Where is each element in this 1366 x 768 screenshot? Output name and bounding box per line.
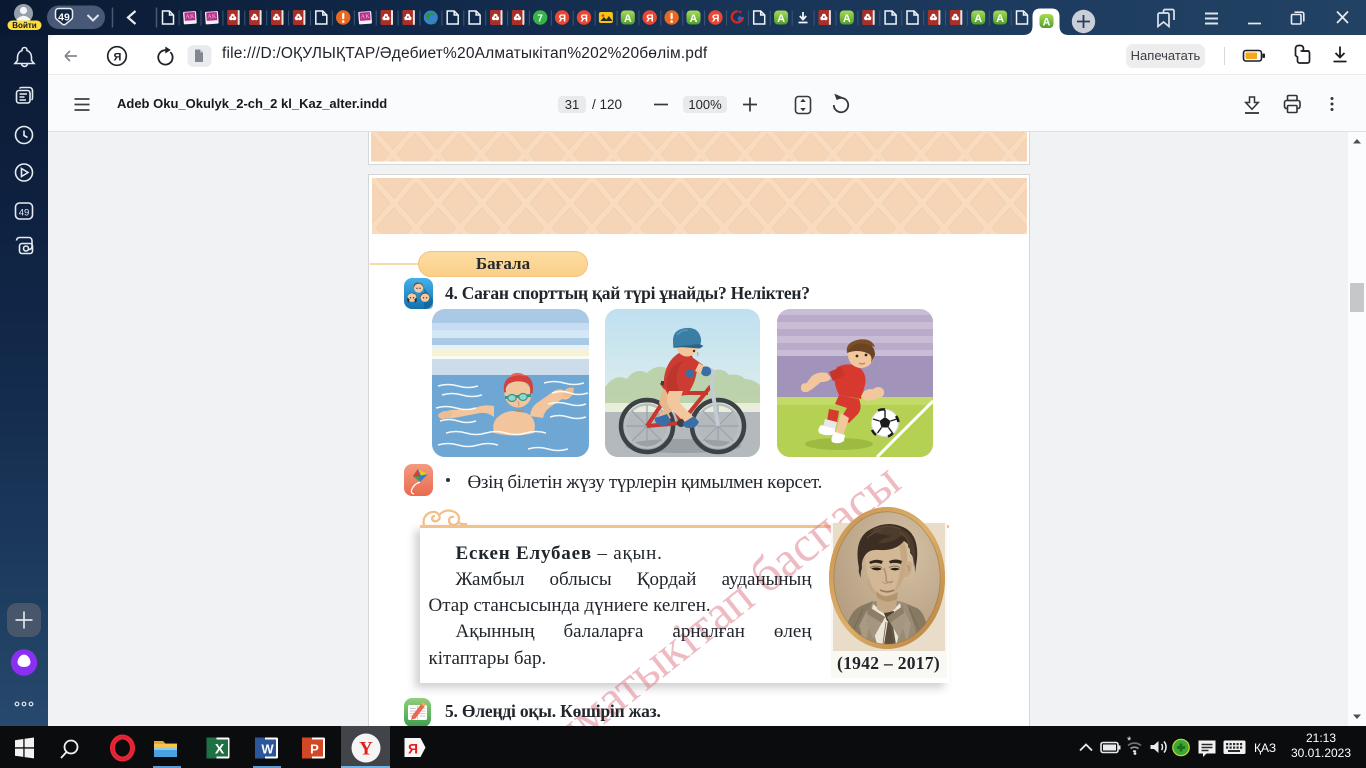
svg-text:Я: Я [113,51,121,63]
svg-text:Я: Я [408,741,418,757]
svg-text:49: 49 [58,12,70,24]
svg-text:P: P [310,742,319,757]
svg-text:49: 49 [19,208,30,219]
svg-text:W: W [261,742,274,757]
svg-text:Войти: Войти [12,21,37,30]
svg-text:*: * [1127,735,1132,747]
svg-text:X: X [215,741,225,757]
svg-text:Y: Y [359,739,373,760]
